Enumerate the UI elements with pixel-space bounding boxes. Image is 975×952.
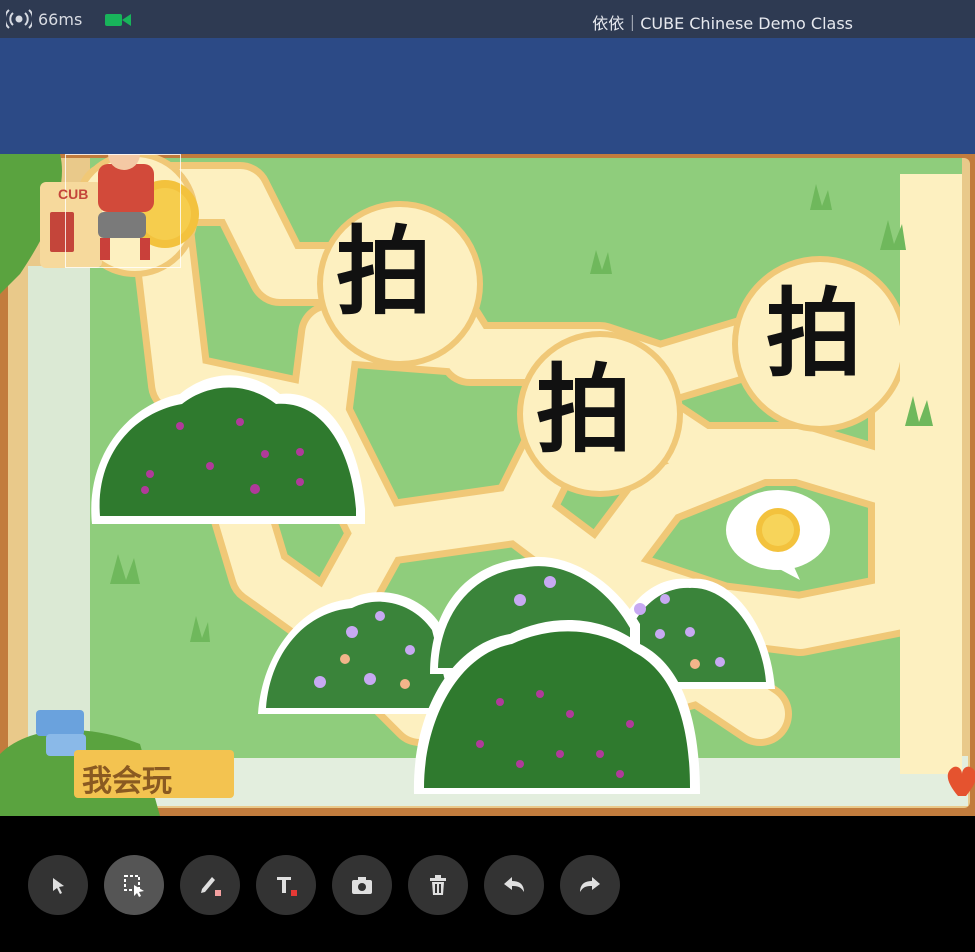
class-title: 依依｜CUBE Chinese Demo Class xyxy=(592,14,853,33)
pointer-tool-button[interactable] xyxy=(28,855,88,915)
undo-tool-button[interactable] xyxy=(484,855,544,915)
hanzi-card-3[interactable]: 拍 xyxy=(766,286,862,382)
trash-icon xyxy=(430,875,446,895)
arrow-pointer-icon xyxy=(53,878,64,894)
screenshot-tool-button[interactable] xyxy=(332,855,392,915)
drawing-toolbar xyxy=(0,816,975,952)
pen-tool-button[interactable] xyxy=(180,855,240,915)
redo-icon xyxy=(580,877,600,892)
camera-icon xyxy=(352,877,372,894)
hanzi-card-1[interactable]: 拍 xyxy=(336,224,432,320)
text-icon xyxy=(277,877,297,896)
lesson-board[interactable]: 拍 拍 拍 我会玩 CUB xyxy=(0,154,975,816)
selection-icon xyxy=(124,875,144,897)
hanzi-card-2[interactable]: 拍 xyxy=(536,362,632,458)
ping-latency: 66ms xyxy=(38,10,83,29)
video-area xyxy=(0,38,975,154)
select-tool-button[interactable] xyxy=(104,855,164,915)
status-bar: 66ms 依依｜CUBE Chinese Demo Class xyxy=(0,0,975,38)
logo-text: CUB xyxy=(58,186,89,202)
selection-box[interactable] xyxy=(65,154,181,268)
text-tool-button[interactable] xyxy=(256,855,316,915)
delete-tool-button[interactable] xyxy=(408,855,468,915)
corner-sticker: 我会玩 xyxy=(82,764,172,799)
redo-tool-button[interactable] xyxy=(560,855,620,915)
camera-icon[interactable] xyxy=(105,12,131,28)
signal-icon xyxy=(6,9,32,29)
undo-icon xyxy=(504,877,524,892)
pen-icon xyxy=(201,877,221,896)
